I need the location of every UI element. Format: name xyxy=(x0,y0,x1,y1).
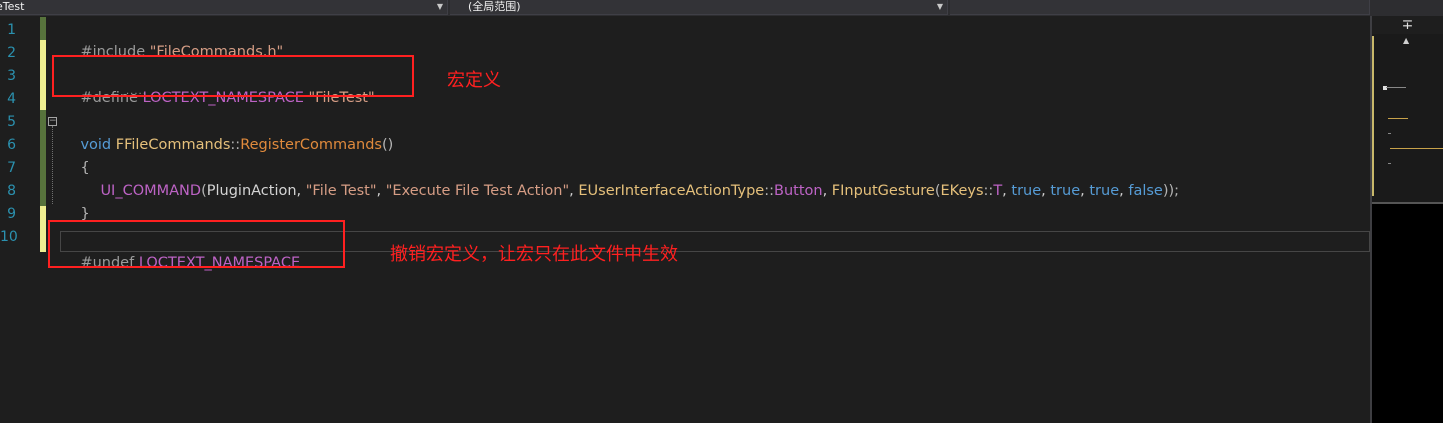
line-number: 4 xyxy=(7,91,16,107)
bool-literal: false xyxy=(1128,183,1163,199)
change-marker-saved xyxy=(40,17,46,40)
function-name: RegisterCommands xyxy=(240,137,382,153)
minimap-code-line xyxy=(1388,133,1391,134)
comma: , xyxy=(822,183,832,199)
line-number: 9 xyxy=(7,206,16,222)
enum-value: Button xyxy=(774,183,823,199)
line-number: 5 xyxy=(7,114,16,130)
comma: , xyxy=(1002,183,1012,199)
minimap-code-line xyxy=(1388,163,1391,164)
annotation-note-define: 宏定义 xyxy=(447,70,501,91)
annotation-box-define xyxy=(52,55,414,97)
minimap-code-line xyxy=(1390,148,1443,149)
scope-operator: :: xyxy=(764,183,774,199)
collapse-icon[interactable]: − xyxy=(48,117,57,126)
scope-dropdown[interactable]: (全局范围) ▼ xyxy=(450,0,948,15)
scope-dropdown-label: (全局范围) xyxy=(468,0,521,13)
line-number: 3 xyxy=(7,68,16,84)
minimap-code-line xyxy=(1388,118,1408,119)
comma: , xyxy=(376,183,386,199)
scope-operator: :: xyxy=(983,183,994,199)
code-line-8: } xyxy=(62,180,89,222)
annotation-note-undef: 撤销宏定义，让宏只在此文件中生效 xyxy=(390,244,678,265)
line-number: 7 xyxy=(7,160,16,176)
line-number-gutter: 1 2 3 4 5 6 7 8 9 10 xyxy=(0,17,40,423)
string-literal: "Execute File Test Action" xyxy=(385,183,570,199)
line-number: 8 xyxy=(7,183,16,199)
close-paren: )); xyxy=(1162,183,1180,199)
line-number: 6 xyxy=(7,137,16,153)
indent-guide xyxy=(52,126,54,204)
comma: , xyxy=(1041,183,1051,199)
comma: , xyxy=(569,183,579,199)
bool-literal: true xyxy=(1050,183,1081,199)
comma: , xyxy=(1080,183,1090,199)
line-number: 10 xyxy=(0,229,18,245)
comma: , xyxy=(1119,183,1129,199)
bool-literal: true xyxy=(1011,183,1042,199)
change-marker-saved xyxy=(40,110,46,206)
string-literal: "File Test" xyxy=(305,183,377,199)
code-line-5: void FFileCommands::RegisterCommands() xyxy=(62,111,393,153)
class-name: FFileCommands xyxy=(115,137,231,153)
member-dropdown[interactable] xyxy=(950,0,1370,15)
project-dropdown-label: eTest xyxy=(0,0,25,13)
minimap-change-strip xyxy=(1372,36,1374,196)
line-number: 1 xyxy=(7,22,16,38)
project-dropdown[interactable]: eTest ▼ xyxy=(0,0,448,15)
enum-type: EUserInterfaceActionType xyxy=(578,183,765,199)
navigation-bar: eTest ▼ (全局范围) ▼ xyxy=(0,0,1443,16)
scroll-up-icon[interactable]: ▲ xyxy=(1403,36,1409,45)
change-marker-unsaved xyxy=(40,40,46,110)
line-number: 2 xyxy=(7,45,16,61)
annotation-box-undef xyxy=(48,220,345,268)
constructor: FInputGesture xyxy=(831,183,935,199)
chevron-down-icon: ▼ xyxy=(436,2,443,11)
split-window-button[interactable]: ∓ xyxy=(1372,16,1443,34)
code-line-7: UI_COMMAND(PluginAction, "File Test", "E… xyxy=(82,157,1179,199)
code-line-6: { xyxy=(62,134,89,176)
struct-name: EKeys xyxy=(940,183,984,199)
code-line-1: #include "FileCommands.h" xyxy=(62,18,283,60)
argument: PluginAction, xyxy=(206,183,306,199)
macro-call: UI_COMMAND xyxy=(100,183,202,199)
scope-operator: :: xyxy=(230,137,241,153)
minimap-code-line xyxy=(1386,87,1406,88)
parentheses: () xyxy=(381,137,394,153)
bool-literal: true xyxy=(1089,183,1120,199)
change-marker-unsaved xyxy=(40,206,46,252)
minimap-viewport[interactable] xyxy=(1372,34,1443,204)
key-value: T xyxy=(993,183,1003,199)
chevron-down-icon: ▼ xyxy=(936,2,943,11)
